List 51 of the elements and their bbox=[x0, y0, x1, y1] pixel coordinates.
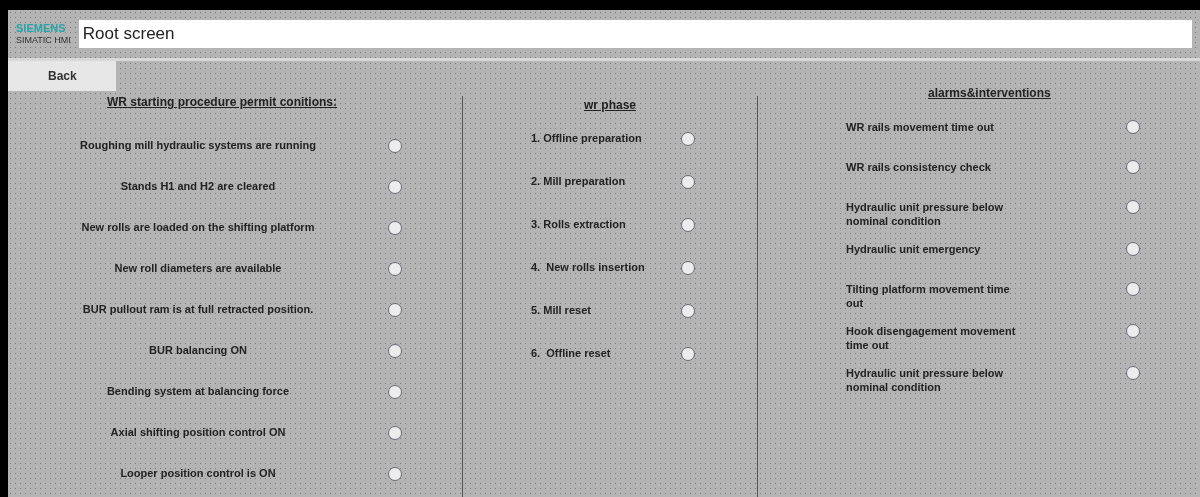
indicator-lamp-icon bbox=[388, 343, 402, 358]
condition-label: New rolls are loaded on the shifting platform bbox=[81, 220, 315, 236]
condition-label: New roll diameters are available bbox=[114, 261, 282, 277]
condition-label: Bending system at balancing force bbox=[106, 384, 290, 400]
indicator-lamp-icon bbox=[681, 260, 695, 275]
alarm-label: Hook disengagement movement time out bbox=[846, 324, 1017, 352]
phase-label: 1. Offline preparation bbox=[531, 131, 643, 147]
product-label: SIMATIC HMI bbox=[16, 36, 71, 45]
indicator-lamp-icon bbox=[681, 131, 695, 146]
condition-label: Roughing mill hydraulic systems are running bbox=[80, 138, 316, 154]
indicator-lamp-icon bbox=[388, 425, 402, 440]
screen-title: Root screen bbox=[78, 20, 1192, 48]
indicator-lamp-icon bbox=[388, 220, 402, 235]
indicator-lamp-icon bbox=[388, 466, 402, 481]
alarm-label: Hydraulic unit emergency bbox=[846, 242, 982, 256]
alarm-label: Hydraulic unit pressure below nominal condition bbox=[846, 366, 1005, 394]
indicator-lamp-icon bbox=[388, 302, 402, 317]
condition-label: BUR pullout ram is at full retracted position. bbox=[82, 302, 314, 318]
indicator-lamp-icon bbox=[1126, 242, 1140, 256]
alarm-label: Tilting platform movement time out bbox=[846, 282, 1011, 310]
indicator-lamp-icon bbox=[388, 261, 402, 276]
phase-label: 3. Rolls extraction bbox=[531, 217, 627, 233]
indicator-lamp-icon bbox=[681, 346, 695, 361]
back-button[interactable]: Back bbox=[8, 61, 116, 91]
indicator-lamp-icon bbox=[1126, 282, 1140, 296]
condition-label: Axial shifting position control ON bbox=[110, 425, 286, 441]
indicator-lamp-icon bbox=[388, 138, 402, 153]
section-heading: WR starting procedure permit conitions: bbox=[107, 94, 337, 111]
condition-label: BUR balancing ON bbox=[149, 343, 247, 359]
phase-label: 4. New rolls insertion bbox=[531, 260, 646, 276]
condition-label: Looper position control is ON bbox=[120, 466, 276, 482]
indicator-lamp-icon bbox=[1126, 120, 1140, 134]
indicator-lamp-icon bbox=[1126, 324, 1140, 338]
indicator-lamp-icon bbox=[681, 217, 695, 232]
indicator-lamp-icon bbox=[681, 174, 695, 189]
alarm-label: Hydraulic unit pressure below nominal condition bbox=[846, 200, 1005, 228]
indicator-lamp-icon bbox=[388, 384, 402, 399]
condition-label: Stands H1 and H2 are cleared bbox=[120, 179, 276, 195]
indicator-lamp-icon bbox=[1126, 160, 1140, 174]
brand-logo: SIEMENS bbox=[16, 23, 67, 34]
indicator-lamp-icon bbox=[681, 303, 695, 318]
phase-label: 5. Mill reset bbox=[531, 303, 592, 319]
indicator-lamp-icon bbox=[1126, 200, 1140, 214]
section-heading: alarms&interventions bbox=[928, 85, 1051, 102]
alarm-label: WR rails consistency check bbox=[846, 160, 992, 174]
indicator-lamp-icon bbox=[1126, 366, 1140, 380]
indicator-lamp-icon bbox=[388, 179, 402, 194]
section-heading: wr phase bbox=[584, 97, 636, 114]
phase-label: 6. Offline reset bbox=[531, 346, 612, 362]
phase-label: 2. Mill preparation bbox=[531, 174, 627, 190]
alarm-label: WR rails movement time out bbox=[846, 120, 995, 134]
